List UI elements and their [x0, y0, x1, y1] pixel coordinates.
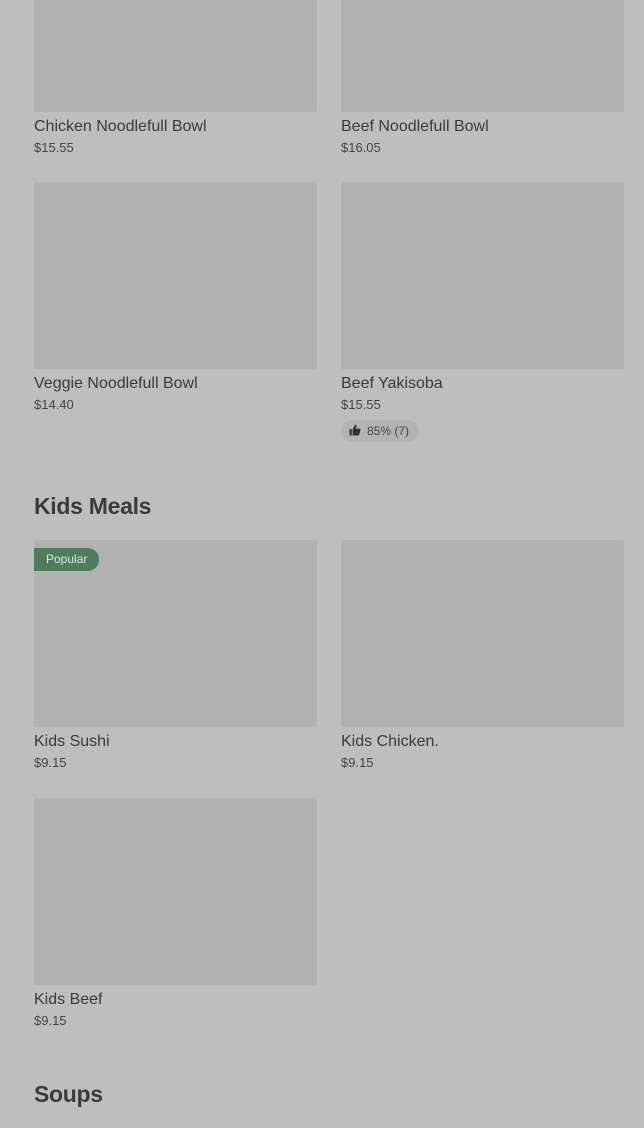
item-price: $14.40 — [34, 397, 74, 412]
popular-badge: Popular — [34, 548, 100, 571]
rating-text: 85% (7) — [367, 424, 410, 438]
rating-badge: 85% (7) — [341, 420, 420, 442]
item-price: $9.15 — [341, 755, 374, 770]
item-image — [34, 798, 317, 985]
thumbs-up-icon — [349, 424, 361, 439]
item-name: Beef Noodlefull Bowl — [341, 118, 489, 135]
item-image — [341, 182, 624, 369]
menu-item-card[interactable]: Kids Beef $9.15 — [34, 798, 317, 1029]
item-image: Popular — [34, 540, 317, 727]
item-image — [341, 0, 624, 112]
item-name: Kids Chicken. — [341, 733, 439, 750]
item-name: Beef Yakisoba — [341, 375, 443, 392]
menu-item-card[interactable]: Veggie Noodlefull Bowl $14.40 — [34, 182, 317, 413]
item-name: Veggie Noodlefull Bowl — [34, 375, 198, 392]
section-title: Kids Meals — [34, 493, 152, 519]
item-name: Chicken Noodlefull Bowl — [34, 118, 207, 135]
item-image — [34, 0, 317, 112]
menu-item-card[interactable]: Popular Kids Sushi $9.15 — [34, 540, 317, 771]
item-price: $9.15 — [34, 755, 67, 770]
item-name: Kids Sushi — [34, 733, 110, 750]
section-title: Soups — [34, 1081, 103, 1107]
menu-item-card[interactable]: Chicken Noodlefull Bowl $15.55 — [34, 0, 317, 156]
item-image — [341, 540, 624, 727]
menu-item-card[interactable]: Kids Chicken. $9.15 — [341, 540, 624, 771]
item-price: $15.55 — [341, 397, 381, 412]
item-price: $15.55 — [34, 140, 74, 155]
item-name: Kids Beef — [34, 991, 103, 1008]
item-image — [34, 182, 317, 369]
item-price: $9.15 — [34, 1013, 67, 1028]
item-price: $16.05 — [341, 140, 381, 155]
menu-item-card[interactable]: Beef Yakisoba $15.55 85% (7) — [341, 182, 624, 442]
menu-item-card[interactable]: Beef Noodlefull Bowl $16.05 — [341, 0, 624, 156]
